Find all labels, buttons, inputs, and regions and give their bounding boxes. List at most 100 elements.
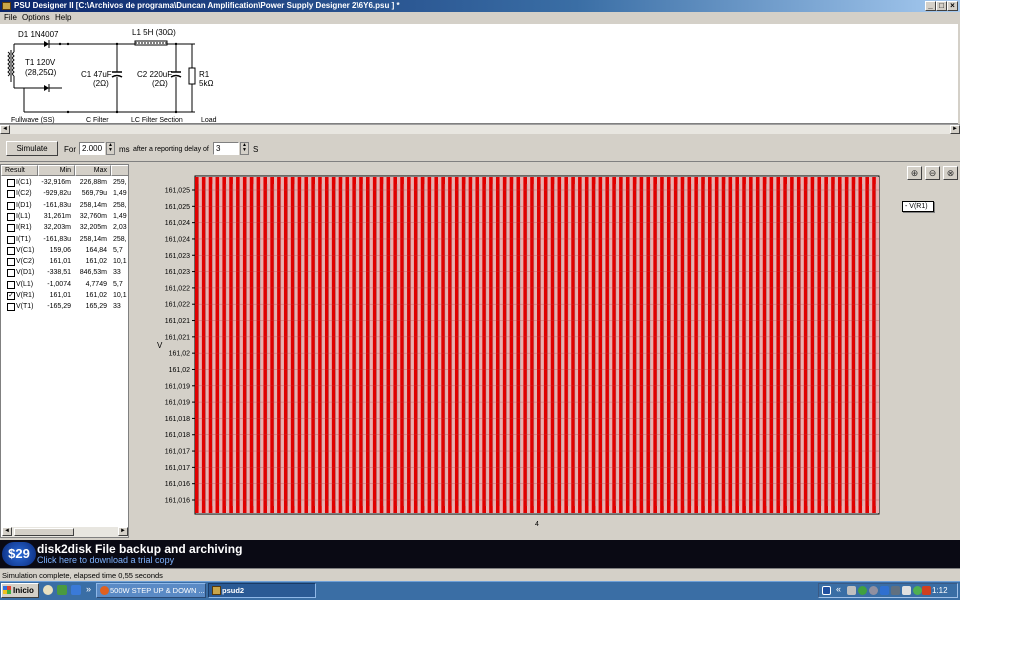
- result-checkbox[interactable]: [7, 190, 15, 199]
- chart-legend[interactable]: - V(R1): [902, 201, 934, 212]
- menu-file[interactable]: File: [4, 13, 17, 23]
- result-checkbox[interactable]: [7, 280, 15, 289]
- results-scroll-left-icon[interactable]: ◄: [2, 527, 12, 536]
- waveform-gap: [465, 177, 469, 513]
- waveform-gap: [616, 177, 620, 513]
- minimize-button[interactable]: _: [925, 1, 936, 11]
- media-icon[interactable]: [922, 586, 931, 595]
- table-row[interactable]: I(C2) -929,82u 569,79u 1,49: [1, 188, 128, 199]
- wireless-icon[interactable]: [913, 586, 922, 595]
- header-min[interactable]: Min: [38, 165, 75, 176]
- title-bar[interactable]: PSU Designer II [C:\Archivos de programa…: [0, 0, 960, 12]
- waveform-band: [352, 177, 357, 513]
- waveform-gap: [315, 177, 319, 513]
- waveform-gap: [684, 177, 688, 513]
- ie-icon[interactable]: [71, 585, 81, 595]
- task-browser[interactable]: 500W STEP UP & DOWN ...: [96, 583, 206, 598]
- table-row[interactable]: I(C1) -32,916m 226,88m 259,: [1, 177, 128, 188]
- table-row[interactable]: V(L1) -1,0074 4,7749 5,7: [1, 279, 128, 290]
- waveform-gap: [486, 177, 490, 513]
- app-quicklaunch-icon[interactable]: [57, 585, 67, 595]
- results-scroll-thumb[interactable]: [14, 528, 74, 536]
- waveform-gap: [308, 177, 312, 513]
- cell-max: 846,53m: [79, 269, 107, 277]
- zoom-in-icon[interactable]: ⊕: [907, 166, 922, 180]
- y-tick-label: 161,022: [165, 302, 190, 309]
- result-checkbox[interactable]: [7, 224, 15, 233]
- table-row[interactable]: I(L1) 31,261m 32,760m 1,49: [1, 211, 128, 222]
- results-scrollbar[interactable]: ◄ ►: [2, 527, 128, 537]
- delay-input[interactable]: 3: [213, 142, 239, 155]
- ad-price-badge[interactable]: $29: [2, 542, 36, 566]
- result-checkbox[interactable]: [7, 235, 15, 244]
- quicklaunch-more-icon[interactable]: »: [86, 584, 91, 594]
- browser-icon[interactable]: [43, 585, 53, 595]
- usb-icon[interactable]: [880, 586, 889, 595]
- network-icon[interactable]: [847, 586, 856, 595]
- header-extra[interactable]: [111, 165, 128, 176]
- waveform-gap: [629, 177, 633, 513]
- waveform-gap: [527, 177, 531, 513]
- waveform-gap: [773, 177, 777, 513]
- waveform-band: [441, 177, 446, 513]
- header-result[interactable]: Result: [1, 165, 38, 176]
- tray-expand-icon[interactable]: «: [836, 584, 841, 594]
- clock[interactable]: 1:12: [932, 583, 948, 598]
- scroll-left-icon[interactable]: ◄: [0, 125, 10, 134]
- zoom-out-icon[interactable]: ⊖: [925, 166, 940, 180]
- result-checkbox[interactable]: [7, 201, 15, 210]
- waveform-band: [434, 177, 439, 513]
- simulate-button[interactable]: Simulate: [6, 141, 58, 156]
- ad-title[interactable]: disk2disk File backup and archiving: [37, 542, 242, 556]
- results-table[interactable]: Result Min Max I(C1) -32,916m 226,88m 259, I…: [0, 164, 129, 538]
- maximize-button[interactable]: □: [936, 1, 947, 11]
- cell-min: -32,916m: [41, 179, 71, 186]
- result-checkbox[interactable]: [7, 179, 15, 187]
- table-row[interactable]: I(T1) -161,83u 258,14m 258,: [1, 234, 128, 245]
- cell-max: 258,14m: [79, 201, 107, 209]
- header-max[interactable]: Max: [75, 165, 111, 176]
- security-icon[interactable]: [858, 586, 867, 595]
- schematic-panel[interactable]: D1 1N4007 L1 5H (30Ω) T1 120V (28,25Ω) C…: [0, 24, 958, 124]
- waveform-gap: [458, 177, 462, 513]
- table-row[interactable]: I(R1) 32,203m 32,205m 2,03: [1, 222, 128, 233]
- schematic-scrollbar[interactable]: ◄ ►: [0, 124, 960, 134]
- result-checkbox[interactable]: [7, 258, 15, 267]
- zoom-reset-icon[interactable]: ⊗: [943, 166, 958, 180]
- table-row[interactable]: V(D1) -338,51 846,53m 33: [1, 267, 128, 278]
- disk-icon[interactable]: [869, 586, 878, 595]
- table-row[interactable]: I(D1) -161,83u 258,14m 258,: [1, 200, 128, 211]
- result-checkbox[interactable]: [7, 212, 15, 221]
- menu-help[interactable]: Help: [55, 13, 71, 23]
- ad-subtitle-link[interactable]: Click here to download a trial copy: [37, 555, 174, 565]
- close-button[interactable]: ×: [947, 1, 958, 11]
- waveform-band: [619, 177, 623, 513]
- inductor-l1-symbol: [134, 40, 168, 46]
- result-checkbox[interactable]: ✓: [7, 292, 15, 300]
- table-row[interactable]: V(T1) -165,29 165,29 33: [1, 301, 128, 312]
- duration-input[interactable]: 2.000: [79, 142, 105, 155]
- cell-min: 161,01: [49, 258, 71, 266]
- result-checkbox[interactable]: [7, 303, 15, 312]
- voltage-chart[interactable]: 161,025161,025161,024161,024161,023161,0…: [131, 164, 960, 538]
- waveform-gap: [636, 177, 640, 513]
- waveform-gap: [602, 177, 606, 513]
- y-tick-label: 161,019: [165, 400, 190, 407]
- results-scroll-right-icon[interactable]: ►: [118, 527, 128, 536]
- scroll-right-icon[interactable]: ►: [950, 125, 960, 134]
- table-row[interactable]: ✓ V(R1) 161,01 161,02 10,1: [1, 290, 128, 301]
- delay-spinner-icon[interactable]: ▲ ▼: [240, 142, 249, 155]
- y-tick-label: 161,021: [165, 334, 190, 341]
- result-checkbox[interactable]: [7, 269, 15, 278]
- menu-options[interactable]: Options: [22, 13, 50, 23]
- table-row[interactable]: V(C1) 159,06 164,84 5,7: [1, 245, 128, 256]
- result-checkbox[interactable]: [7, 246, 15, 255]
- monitor-icon[interactable]: [891, 586, 900, 595]
- volume-icon[interactable]: [902, 586, 911, 595]
- table-row[interactable]: V(C2) 161,01 161,02 10,1: [1, 256, 128, 267]
- task-psud2[interactable]: psud2: [208, 583, 316, 598]
- waveform-gap: [787, 177, 791, 513]
- waveform-gap: [246, 177, 250, 513]
- language-icon[interactable]: [822, 586, 831, 595]
- duration-spinner-icon[interactable]: ▲ ▼: [106, 142, 115, 155]
